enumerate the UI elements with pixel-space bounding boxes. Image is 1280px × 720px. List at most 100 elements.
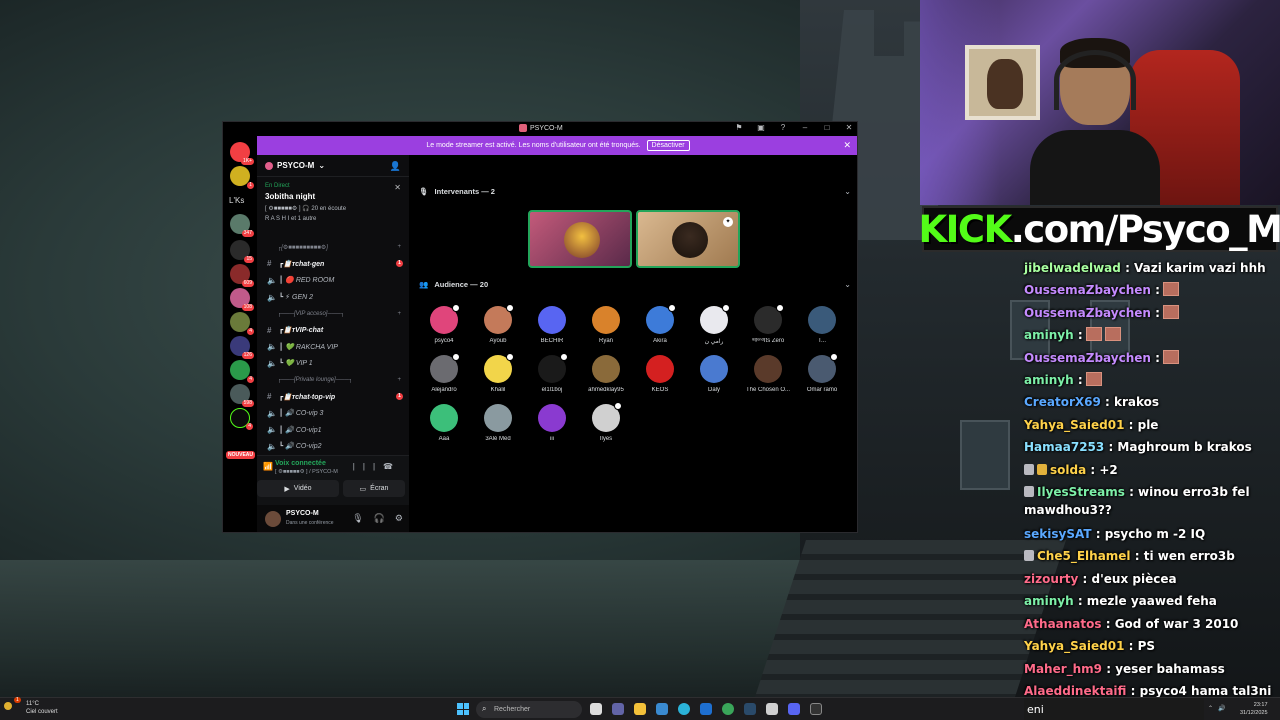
server-icon[interactable]: 108	[230, 288, 254, 311]
audience-member[interactable]: Omar ramo	[795, 353, 849, 393]
chrome-icon[interactable]	[722, 703, 734, 715]
server-icon[interactable]: 15	[230, 240, 254, 263]
avatar[interactable]	[265, 511, 281, 527]
add-channel-icon[interactable]: +	[397, 244, 401, 250]
taskbar-search[interactable]: ⌕ Rechercher	[476, 701, 582, 718]
voice-status[interactable]: Voix connectée	[275, 460, 326, 467]
audience-member[interactable]: 3Alé Med	[471, 404, 525, 442]
microphone-icon[interactable]: 🎙	[352, 513, 363, 524]
audience-member[interactable]: رامي ن	[687, 304, 741, 345]
text-channel[interactable]: # ┏📋ᴛchat-top-vip 1	[257, 388, 409, 405]
voice-channel[interactable]: 🔈 ┗ ⚡ GEN 2	[257, 289, 409, 306]
audience-member[interactable]: ˡᵉᵍᵉⁿᵈIts Zero	[741, 304, 795, 344]
chat-username: zizourty	[1024, 571, 1079, 586]
voice-channel[interactable]: 🔈 ┃ 🔊 CO-vip 3	[257, 405, 409, 422]
server-icon[interactable]: 609	[230, 264, 254, 287]
app-icon[interactable]	[810, 703, 822, 715]
inbox-icon[interactable]: ⚑	[733, 123, 745, 132]
chat-badge-icon	[1024, 550, 1034, 562]
channel-category[interactable]: ┌[⚙■■■■■■■■■⚙] +	[257, 239, 409, 256]
system-tray[interactable]: ⌃🔊	[1208, 705, 1231, 712]
server-header[interactable]: PSYCO-M ⌄ 👤	[257, 155, 409, 177]
speaker-tile[interactable]	[528, 210, 632, 268]
task-view-icon[interactable]	[590, 703, 602, 715]
speakers-header[interactable]: 🎙 Intervenants — 2	[419, 187, 495, 196]
voice-channel[interactable]: 🔈 ┃ 🔴 RED ROOM	[257, 272, 409, 289]
chat-username: Hamaa7253	[1024, 440, 1105, 455]
speaker-tile[interactable]: ✦	[636, 210, 740, 268]
server-folder-label[interactable]: L'Ks	[229, 196, 244, 205]
weather-widget[interactable]: 11°C Ciel couvert	[26, 701, 58, 716]
kick-server-icon[interactable]: 4	[230, 408, 253, 430]
server-icon[interactable]: 126	[230, 336, 254, 359]
audience-member[interactable]: Daly	[687, 355, 741, 393]
audience-member[interactable]: Khalil	[471, 353, 525, 393]
audience-member[interactable]: Ayoub	[471, 304, 525, 344]
channel-category[interactable]: ┌───[Private lounge]───┐ +	[257, 372, 409, 389]
voice-channel[interactable]: 🔈 ┗ 💚 VIP 1	[257, 355, 409, 372]
chevron-down-icon[interactable]: ⌄	[844, 280, 851, 289]
server-icon[interactable]: 4	[230, 312, 254, 335]
screen-share-icon[interactable]: ▣	[755, 123, 767, 132]
file-explorer-icon[interactable]	[634, 703, 646, 715]
disable-streamer-mode-button[interactable]: Désactiver	[646, 140, 690, 151]
windows-start-icon[interactable]	[457, 703, 469, 715]
audience-member[interactable]: el1l1boj	[525, 353, 579, 393]
close-icon[interactable]: ✕	[843, 140, 851, 151]
audience-member[interactable]: The Chosen O...	[741, 355, 795, 393]
gear-icon[interactable]: ⚙	[395, 513, 403, 524]
add-channel-icon[interactable]: +	[397, 311, 401, 317]
audience-member[interactable]: iii	[525, 404, 579, 442]
system-clock[interactable]: 23:17 31/12/2025	[1240, 701, 1268, 717]
audience-member[interactable]: Alejandro	[417, 353, 471, 393]
voice-channel[interactable]: 🔈 ┃ 🔊 CO-vip1	[257, 422, 409, 439]
server-icon[interactable]: 598	[230, 384, 254, 407]
app-icon[interactable]	[766, 703, 778, 715]
audience-member[interactable]: Ilyes	[579, 402, 633, 442]
audience-member[interactable]: KEOS	[633, 355, 687, 393]
server-icon[interactable]: 1	[230, 166, 254, 189]
help-icon[interactable]: ?	[777, 123, 789, 132]
voice-channel[interactable]: 🔈 ┗ 🔊 CO-vip2	[257, 438, 409, 455]
minimize-button[interactable]: –	[799, 123, 811, 132]
store-icon[interactable]	[656, 703, 668, 715]
unread-badge: 609	[241, 280, 254, 287]
live-stage-card[interactable]: En Direct 3obitha night [ ⚙■■■■■⚙ ] 🎧 20…	[257, 179, 409, 239]
server-icon[interactable]: 4	[230, 360, 254, 383]
chat-text: : Maghroum b krakos	[1108, 440, 1252, 455]
close-button[interactable]: ✕	[843, 123, 855, 132]
unread-badge: 4	[247, 376, 254, 383]
text-channel[interactable]: # ┏📋ᴛVIP-chat	[257, 322, 409, 339]
video-button[interactable]: ▶ Vidéo	[257, 480, 339, 497]
headphones-icon[interactable]: 🎧	[374, 513, 385, 524]
add-channel-icon[interactable]: +	[397, 377, 401, 383]
text-channel[interactable]: # ┏📋ᴛchat-gen 1	[257, 256, 409, 273]
audience-member[interactable]: Aaa	[417, 404, 471, 442]
audience-header[interactable]: 👥 Audience — 20	[419, 280, 488, 289]
chevron-down-icon[interactable]: ⌄	[844, 187, 851, 196]
discord-taskbar-icon[interactable]	[788, 703, 800, 715]
disconnect-icon[interactable]: ☎	[383, 462, 401, 471]
noise-suppression-icon[interactable]: |||	[353, 462, 383, 471]
audience-member[interactable]: ahmedklay95	[579, 355, 633, 393]
channel-category[interactable]: ┌───[VIP acceso]───┐ +	[257, 305, 409, 322]
audience-member[interactable]: BECHIR	[525, 306, 579, 344]
weather-icon[interactable]	[4, 702, 12, 710]
chat-input[interactable]: eni	[1024, 698, 1204, 720]
audience-member[interactable]: Ryan	[579, 306, 633, 344]
steam-icon[interactable]	[744, 703, 756, 715]
server-icon[interactable]: 347	[230, 214, 254, 237]
voice-channel[interactable]: [ ⚙■■■■■⚙ ] / PSYCO-M	[275, 469, 338, 475]
maximize-button[interactable]: □	[821, 123, 833, 132]
direct-messages-icon[interactable]: 1K+	[230, 142, 254, 165]
audience-member[interactable]: psyco4	[417, 304, 471, 344]
audience-member[interactable]: Akira	[633, 304, 687, 344]
audience-member[interactable]: T...	[795, 306, 849, 344]
add-member-icon[interactable]: 👤	[390, 161, 401, 172]
edge-icon[interactable]	[678, 703, 690, 715]
screen-share-button[interactable]: ▭ Écran	[343, 480, 405, 497]
voice-channel[interactable]: 🔈 ┃ 💚 RAKCHA VIP	[257, 339, 409, 356]
teams-icon[interactable]	[612, 703, 624, 715]
outlook-icon[interactable]	[700, 703, 712, 715]
close-icon[interactable]: ✕	[394, 183, 401, 192]
